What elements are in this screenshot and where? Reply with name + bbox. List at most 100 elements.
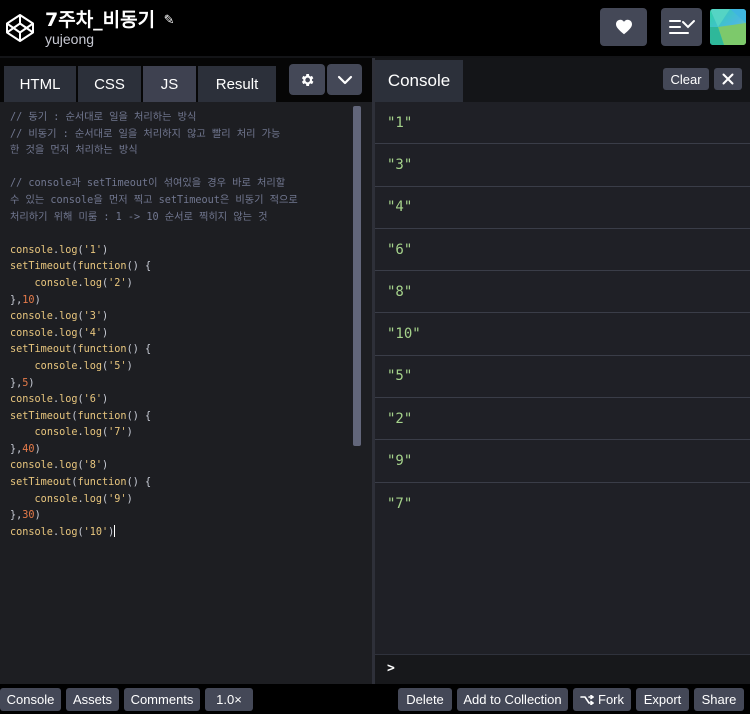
code-token: ) (126, 427, 133, 439)
code-token: log (59, 311, 78, 323)
comments-button[interactable]: Comments (124, 688, 200, 711)
user-avatar[interactable] (710, 9, 746, 45)
tab-result[interactable]: Result (198, 66, 276, 102)
tab-html[interactable]: HTML (4, 66, 76, 102)
code-token: '1' (83, 244, 103, 256)
code-token: () { (126, 410, 152, 422)
console-toggle-button[interactable]: Console (0, 688, 61, 711)
console-output-row: "1" (375, 102, 750, 145)
code-token: console (34, 277, 78, 289)
assets-button[interactable]: Assets (66, 688, 119, 711)
avatar-pattern-icon (710, 9, 746, 45)
share-button[interactable]: Share (694, 688, 744, 711)
pen-title[interactable]: 7주차_비동기 (45, 5, 155, 32)
code-line: },10) (10, 293, 352, 310)
code-token: // 동기 : 순서대로 일을 처리하는 방식 (10, 112, 197, 123)
code-token: setTimeout (10, 477, 72, 489)
close-console-button[interactable] (714, 68, 742, 90)
console-output-row: "4" (375, 187, 750, 229)
code-token: log (83, 427, 103, 439)
code-line: console.log('6') (10, 392, 352, 409)
text-cursor (114, 524, 116, 537)
editor-scrollbar[interactable] (353, 106, 361, 446)
code-line: setTimeout(function() { (10, 259, 352, 276)
codepen-logo-icon[interactable] (4, 12, 36, 44)
layout-button[interactable] (661, 8, 702, 46)
code-token: '7' (108, 427, 127, 439)
code-token: '3' (83, 311, 103, 323)
code-token: console (10, 526, 53, 538)
code-line: console.log('3') (10, 309, 352, 326)
code-token: console (10, 244, 53, 256)
code-token: log (59, 327, 78, 339)
code-token: log (59, 394, 78, 406)
tab-css[interactable]: CSS (78, 66, 141, 102)
code-token: () { (126, 477, 152, 489)
code-line: 한 것을 먼저 처리하는 방식 (10, 143, 352, 160)
code-token: 40 (22, 443, 35, 455)
code-token: '8' (83, 460, 103, 472)
add-to-collection-button[interactable]: Add to Collection (457, 688, 568, 711)
code-token: ) (28, 377, 35, 389)
code-token: log (59, 526, 78, 538)
code-token: function (77, 344, 127, 356)
settings-icon (301, 73, 314, 86)
console-output-row: "5" (375, 356, 750, 399)
zoom-button[interactable]: 1.0× (205, 688, 253, 711)
settings-button[interactable] (289, 64, 325, 95)
author-name[interactable]: yujeong (45, 31, 94, 47)
tab-js[interactable]: JS (143, 66, 196, 102)
code-token: }, (10, 377, 23, 389)
code-line: console.log('8') (10, 458, 352, 475)
code-line: console.log('9') (10, 492, 352, 509)
love-button[interactable] (600, 8, 647, 46)
console-output-row: "3" (375, 144, 750, 187)
editor-menu-button[interactable] (327, 64, 362, 95)
pencil-icon[interactable]: ✎ (164, 12, 175, 28)
code-token: () { (126, 261, 152, 273)
console-header: Console Clear (375, 58, 750, 102)
code-line: // console과 setTimeout이 섞여있을 경우 바로 처리할 (10, 176, 352, 193)
code-line: },40) (10, 442, 352, 459)
code-token: 수 있는 console을 먼저 찍고 setTimeout은 비동기 적으로 (10, 194, 298, 206)
code-token: console (34, 493, 78, 505)
code-token: log (83, 277, 103, 289)
code-token: ) (34, 443, 41, 455)
console-panel: Console Clear "1" "3" "4" "6" "8" "10" "5" "2" "… (375, 58, 750, 684)
code-token: console (34, 427, 78, 439)
console-output-row: "2" (375, 398, 750, 441)
code-token: ) (126, 493, 133, 505)
fork-button[interactable]: Fork (573, 688, 631, 711)
code-token: '6' (83, 394, 103, 406)
code-line: 수 있는 console을 먼저 찍고 setTimeout은 비동기 적으로 (10, 193, 352, 210)
code-token: ) (102, 244, 109, 256)
code-line: setTimeout(function() { (10, 475, 352, 492)
clear-button[interactable]: Clear (663, 68, 709, 90)
code-token: 10 (22, 294, 35, 306)
code-token: }, (10, 443, 23, 455)
code-token: '10' (83, 526, 109, 538)
code-token: setTimeout (10, 344, 72, 356)
console-output-row: "9" (375, 440, 750, 483)
code-area[interactable]: // 동기 : 순서대로 일을 처리하는 방식 // 비동기 : 순서대로 일을 … (10, 110, 352, 541)
code-token: function (77, 410, 127, 422)
code-token: log (59, 460, 78, 472)
code-token: log (83, 493, 103, 505)
console-prompt: > (387, 661, 395, 676)
code-line: console.log('7') (10, 425, 352, 442)
layout-icon (668, 20, 695, 34)
code-token: console (34, 360, 78, 372)
code-line: console.log('4') (10, 326, 352, 343)
code-token: setTimeout (10, 261, 72, 273)
console-input[interactable]: > (375, 654, 750, 684)
export-button[interactable]: Export (636, 688, 689, 711)
code-token: '5' (108, 360, 127, 372)
code-token: // 비동기 : 순서대로 일을 처리하지 않고 빨리 처리 가능 (10, 128, 281, 140)
delete-button[interactable]: Delete (398, 688, 452, 711)
code-token: ) (102, 327, 109, 339)
